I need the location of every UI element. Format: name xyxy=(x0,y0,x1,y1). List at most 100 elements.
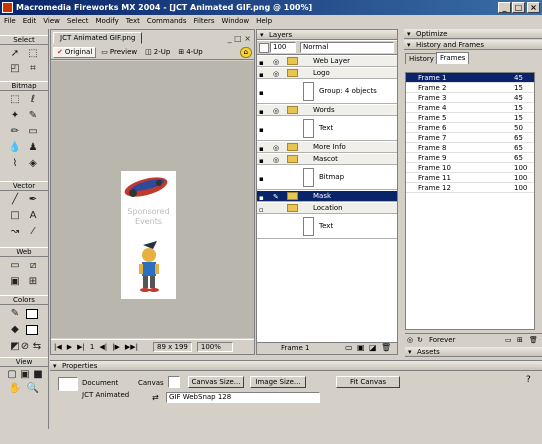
new-layer-icon[interactable]: ▣ xyxy=(357,343,365,352)
menu-help[interactable]: Help xyxy=(256,15,272,28)
new-folder-icon[interactable]: ▭ xyxy=(345,343,353,352)
eye-icon[interactable]: ▪ xyxy=(259,125,268,134)
optimize-header[interactable]: Optimize xyxy=(404,29,542,39)
layer-row[interactable]: ▪ ◎ Mascot xyxy=(257,154,397,165)
trash-icon[interactable]: 🗑 xyxy=(381,343,391,352)
frame-row[interactable]: Frame 9 65 xyxy=(406,153,534,163)
line-tool-icon[interactable]: ╱ xyxy=(8,193,22,206)
frame-row[interactable]: Frame 6 50 xyxy=(406,123,534,133)
menu-filters[interactable]: Filters xyxy=(194,15,215,28)
tab-original[interactable]: ✔ Original xyxy=(53,47,97,58)
next-frame-icon[interactable]: |▶ xyxy=(112,343,120,351)
play-next-icon[interactable]: ▶| xyxy=(77,343,85,351)
maximize-button[interactable]: □ xyxy=(512,2,525,13)
hide-slices-icon[interactable]: ▣ xyxy=(8,275,22,288)
play-first-icon[interactable]: |◀ xyxy=(54,343,62,351)
standard-mode-icon[interactable]: ▢ xyxy=(5,368,19,381)
blend-mode-select[interactable]: Normal xyxy=(300,42,394,53)
hotspot-tool-icon[interactable]: ▭ xyxy=(8,259,22,272)
zoom-select[interactable]: 100% xyxy=(196,342,233,352)
tab-4up[interactable]: ⊞ 4-Up xyxy=(175,47,205,58)
prev-frame-icon[interactable]: ◀| xyxy=(99,343,107,351)
pointer-tool-icon[interactable]: ➚ xyxy=(8,47,22,60)
menu-select[interactable]: Select xyxy=(67,15,89,28)
properties-header[interactable]: Properties xyxy=(50,361,542,371)
eye-icon[interactable]: ▪ xyxy=(259,174,268,183)
canvas-size-button[interactable]: Canvas Size... xyxy=(188,376,244,388)
menu-text[interactable]: Text xyxy=(126,15,140,28)
frame-row[interactable]: Frame 3 45 xyxy=(406,93,534,103)
text-tool-icon[interactable]: A xyxy=(26,209,40,222)
magic-wand-icon[interactable]: ✦ xyxy=(8,109,22,122)
menu-view[interactable]: View xyxy=(43,15,60,28)
mask-icon[interactable]: ◪ xyxy=(369,343,377,352)
knife-tool-icon[interactable]: ⁄ xyxy=(26,225,40,238)
subselect-tool-icon[interactable]: ⬚ xyxy=(26,47,40,60)
menu-edit[interactable]: Edit xyxy=(23,15,37,28)
swap-colors-icon[interactable]: ⇆ xyxy=(30,340,44,353)
freeform-tool-icon[interactable]: ↝ xyxy=(8,225,22,238)
zoom-tool-icon[interactable]: 🔍 xyxy=(26,382,40,395)
layer-row[interactable]: ▪ ◎ Words xyxy=(257,105,397,116)
scale-tool-icon[interactable]: ◰ xyxy=(8,62,22,75)
layer-row[interactable]: ▪ ◎ Web Layer xyxy=(257,56,397,67)
tab-frames[interactable]: Frames xyxy=(436,52,470,64)
loop-icon[interactable]: ↻ xyxy=(417,334,423,346)
history-frames-header[interactable]: History and Frames xyxy=(404,40,542,50)
rectangle-tool-icon[interactable]: □ xyxy=(8,209,22,222)
marquee-tool-icon[interactable]: ⬚ xyxy=(8,93,22,106)
loop-label[interactable]: Forever xyxy=(429,334,455,346)
brush-tool-icon[interactable]: ✎ xyxy=(26,109,40,122)
frame-row[interactable]: Frame 12 100 xyxy=(406,183,534,193)
layer-row[interactable]: ▪ ◎ Logo xyxy=(257,68,397,79)
lasso-tool-icon[interactable]: ℓ xyxy=(26,93,40,106)
canvas-color-swatch[interactable] xyxy=(168,376,180,388)
stroke-color-icon[interactable]: ✎ xyxy=(8,307,22,320)
opacity-field[interactable]: 100 xyxy=(270,42,296,53)
lock-icon[interactable]: ◎ xyxy=(273,155,282,164)
menu-file[interactable]: File xyxy=(4,15,16,28)
menu-window[interactable]: Window xyxy=(222,15,250,28)
lock-icon[interactable]: ◎ xyxy=(273,69,282,78)
menu-modify[interactable]: Modify xyxy=(96,15,119,28)
hand-tool-icon[interactable]: ✋ xyxy=(8,382,22,395)
fill-swatch[interactable] xyxy=(26,325,38,335)
frame-row[interactable]: Frame 2 15 xyxy=(406,83,534,93)
eye-icon[interactable]: ▪ xyxy=(259,193,268,202)
crop-tool-icon[interactable]: ⌗ xyxy=(26,62,40,75)
fill-color-icon[interactable]: ◆ xyxy=(8,323,22,336)
eye-icon[interactable]: ▪ xyxy=(259,70,268,79)
layer-row[interactable]: ▫ Location xyxy=(257,203,397,214)
object-row[interactable]: ▪ Group: 4 objects xyxy=(257,80,397,104)
eraser-tool-icon[interactable]: ▭ xyxy=(26,125,40,138)
frame-options-icon[interactable]: ▭ xyxy=(505,334,512,346)
eye-icon[interactable]: ▫ xyxy=(259,205,268,214)
show-slices-icon[interactable]: ⊞ xyxy=(26,275,40,288)
image-size-button[interactable]: Image Size... xyxy=(250,376,306,388)
eye-icon[interactable]: ▪ xyxy=(259,156,268,165)
quick-export-button[interactable]: ⌂ xyxy=(239,47,252,58)
tab-2up[interactable]: ◫ 2-Up xyxy=(142,47,173,58)
frame-row[interactable]: Frame 7 65 xyxy=(406,133,534,143)
layer-row-selected[interactable]: ▪ ✎ Mask xyxy=(257,191,397,202)
tab-history[interactable]: History xyxy=(405,53,438,64)
tab-preview[interactable]: ▭ Preview xyxy=(98,47,140,58)
doc-window-controls[interactable]: _ □ × xyxy=(211,34,251,44)
eye-icon[interactable]: ▪ xyxy=(259,107,268,116)
onion-skin-icon[interactable]: ◎ xyxy=(407,334,413,346)
lock-icon[interactable]: ◎ xyxy=(273,57,282,66)
assets-header[interactable]: Assets xyxy=(405,347,542,357)
export-format-select[interactable]: GIF WebSnap 128 xyxy=(166,392,320,403)
stroke-swatch[interactable] xyxy=(26,309,38,319)
object-row[interactable]: ▪ Bitmap xyxy=(257,166,397,190)
canvas-area[interactable]: Sponsored Events xyxy=(51,61,254,338)
full-screen-menu-icon[interactable]: ▣ xyxy=(18,368,32,381)
frame-row[interactable]: Frame 11 100 xyxy=(406,173,534,183)
layer-row[interactable]: ▪ ◎ More Info xyxy=(257,142,397,153)
rubber-stamp-icon[interactable]: ♟ xyxy=(26,141,40,154)
slice-tool-icon[interactable]: ⧄ xyxy=(26,259,40,272)
frame-row[interactable]: Frame 10 100 xyxy=(406,163,534,173)
frame-row[interactable]: Frame 4 15 xyxy=(406,103,534,113)
document-tab[interactable]: JCT Animated GIF.png xyxy=(53,32,143,44)
lock-icon[interactable]: ◎ xyxy=(273,143,282,152)
